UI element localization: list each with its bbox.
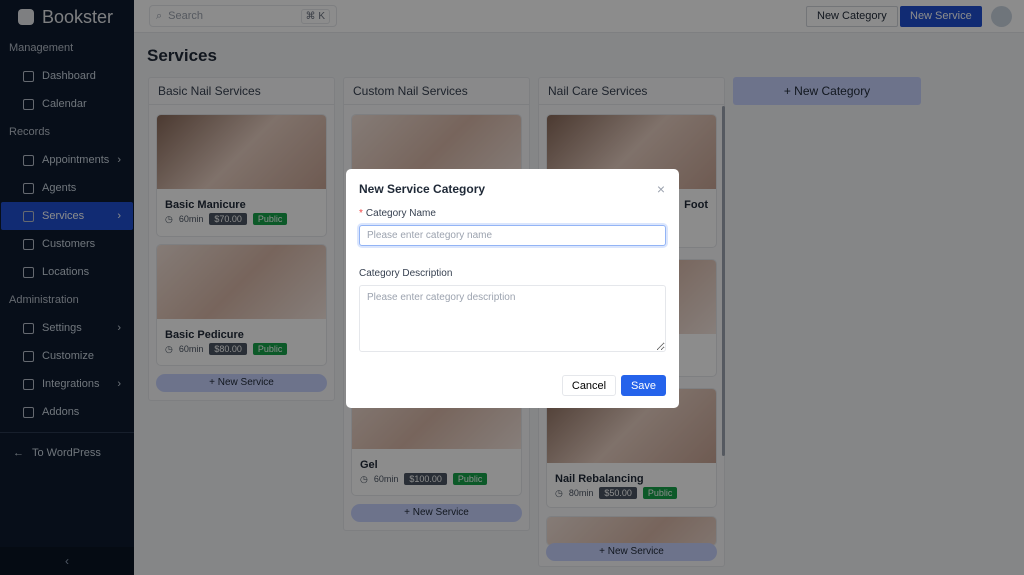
save-button[interactable]: Save bbox=[621, 375, 666, 396]
category-description-label: Category Description bbox=[359, 268, 453, 279]
category-name-label: * Category Name bbox=[359, 208, 436, 219]
new-category-dialog: New Service Category × *Category Name Ca… bbox=[346, 169, 679, 408]
category-description-input[interactable] bbox=[359, 285, 666, 352]
required-marker: * bbox=[359, 208, 363, 219]
dialog-title: New Service Category bbox=[359, 182, 486, 196]
close-icon[interactable]: × bbox=[657, 181, 665, 197]
cancel-button[interactable]: Cancel bbox=[562, 375, 616, 396]
category-name-input[interactable] bbox=[359, 225, 666, 246]
